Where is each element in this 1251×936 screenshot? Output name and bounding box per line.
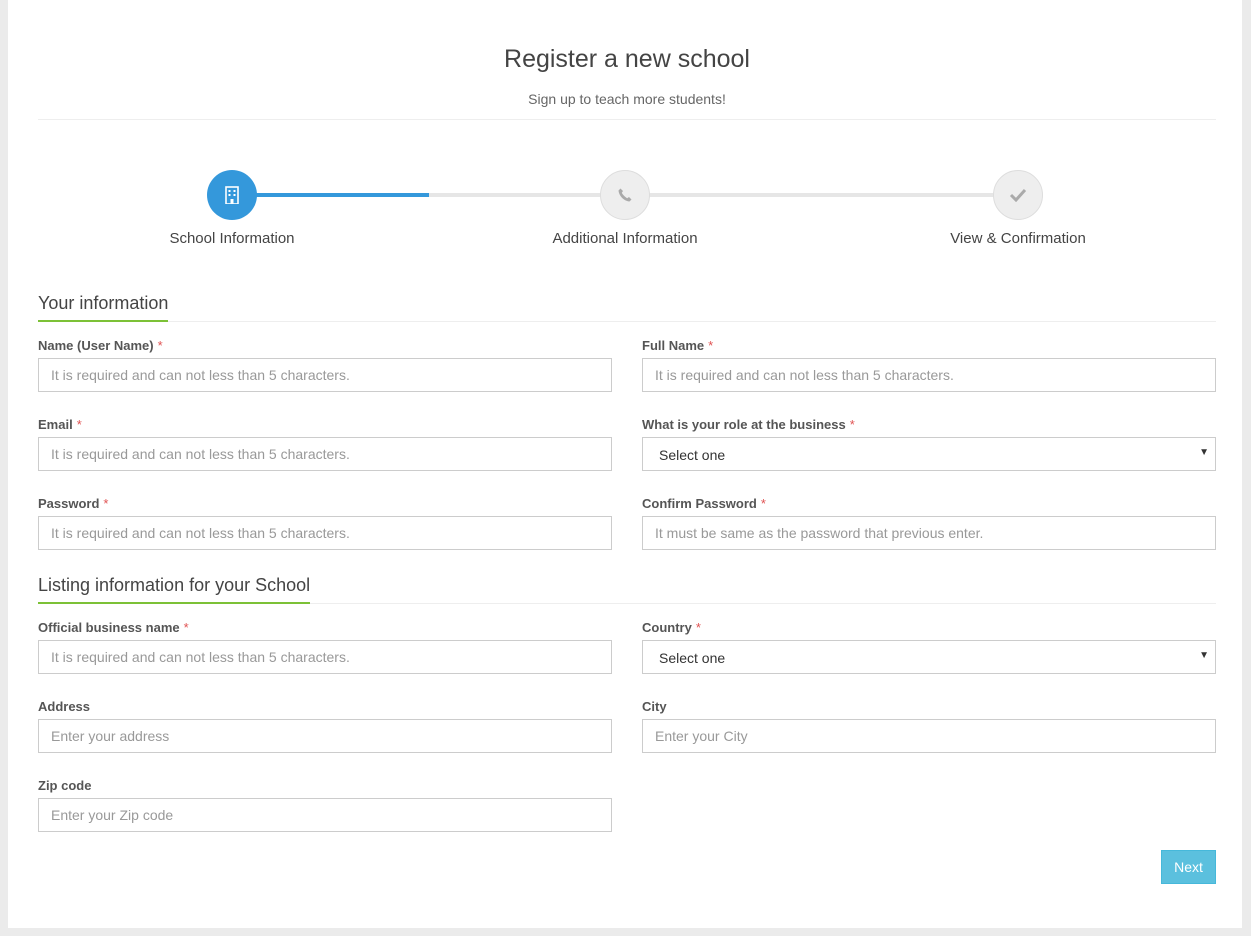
dropdown-arrow-icon: ▼ <box>1199 447 1209 458</box>
confirm-password-field-group: Confirm Password * <box>642 495 1216 550</box>
step-school-information[interactable] <box>207 170 257 220</box>
zip-label: Zip code <box>38 778 92 793</box>
city-label: City <box>642 699 667 714</box>
step-view-confirmation[interactable] <box>993 170 1043 220</box>
email-label: Email * <box>38 417 82 432</box>
role-field-group: What is your role at the business * Selec… <box>642 416 1216 471</box>
address-input[interactable] <box>38 719 612 753</box>
stepper-progress-bar <box>232 193 429 197</box>
password-label: Password * <box>38 496 109 511</box>
section-your-information: Your information <box>38 293 1216 322</box>
country-select[interactable]: Select one ▼ <box>642 640 1216 674</box>
email-input[interactable] <box>38 437 612 471</box>
step-label-school-information: School Information <box>169 230 295 247</box>
city-field-group: City <box>642 698 1216 753</box>
password-field-group: Password * <box>38 495 612 550</box>
username-input[interactable] <box>38 358 612 392</box>
section-title-listing-information: Listing information for your School <box>38 575 311 604</box>
checkmark-icon <box>1009 188 1027 202</box>
full-name-field-group: Full Name * <box>642 337 1216 392</box>
zip-input[interactable] <box>38 798 612 832</box>
progress-stepper: School Information Additional Informatio… <box>8 0 1242 260</box>
confirm-password-label: Confirm Password * <box>642 496 766 511</box>
next-button[interactable]: Next <box>1161 850 1216 884</box>
step-additional-information[interactable] <box>600 170 650 220</box>
email-field-group: Email * <box>38 416 612 471</box>
building-icon <box>225 186 239 204</box>
country-label: Country * <box>642 620 701 635</box>
role-label: What is your role at the business * <box>642 417 855 432</box>
full-name-input[interactable] <box>642 358 1216 392</box>
city-input[interactable] <box>642 719 1216 753</box>
business-name-label: Official business name * <box>38 620 189 635</box>
registration-card: Register a new school Sign up to teach m… <box>8 0 1242 928</box>
section-listing-information: Listing information for your School <box>38 575 1216 604</box>
username-field-group: Name (User Name) * <box>38 337 612 392</box>
step-label-additional-information: Additional Information <box>552 230 698 247</box>
business-name-field-group: Official business name * <box>38 619 612 674</box>
dropdown-arrow-icon: ▼ <box>1199 650 1209 661</box>
role-select-value: Select one <box>659 447 726 463</box>
password-input[interactable] <box>38 516 612 550</box>
confirm-password-input[interactable] <box>642 516 1216 550</box>
phone-icon <box>618 188 632 202</box>
address-label: Address <box>38 699 91 714</box>
role-select[interactable]: Select one ▼ <box>642 437 1216 471</box>
zip-field-group: Zip code <box>38 777 612 832</box>
country-field-group: Country * Select one ▼ <box>642 619 1216 674</box>
business-name-input[interactable] <box>38 640 612 674</box>
country-select-value: Select one <box>659 650 726 666</box>
step-label-view-confirmation: View & Confirmation <box>950 230 1086 247</box>
section-title-your-information: Your information <box>38 293 169 322</box>
username-label: Name (User Name) * <box>38 338 163 353</box>
full-name-label: Full Name * <box>642 338 714 353</box>
address-field-group: Address <box>38 698 612 753</box>
